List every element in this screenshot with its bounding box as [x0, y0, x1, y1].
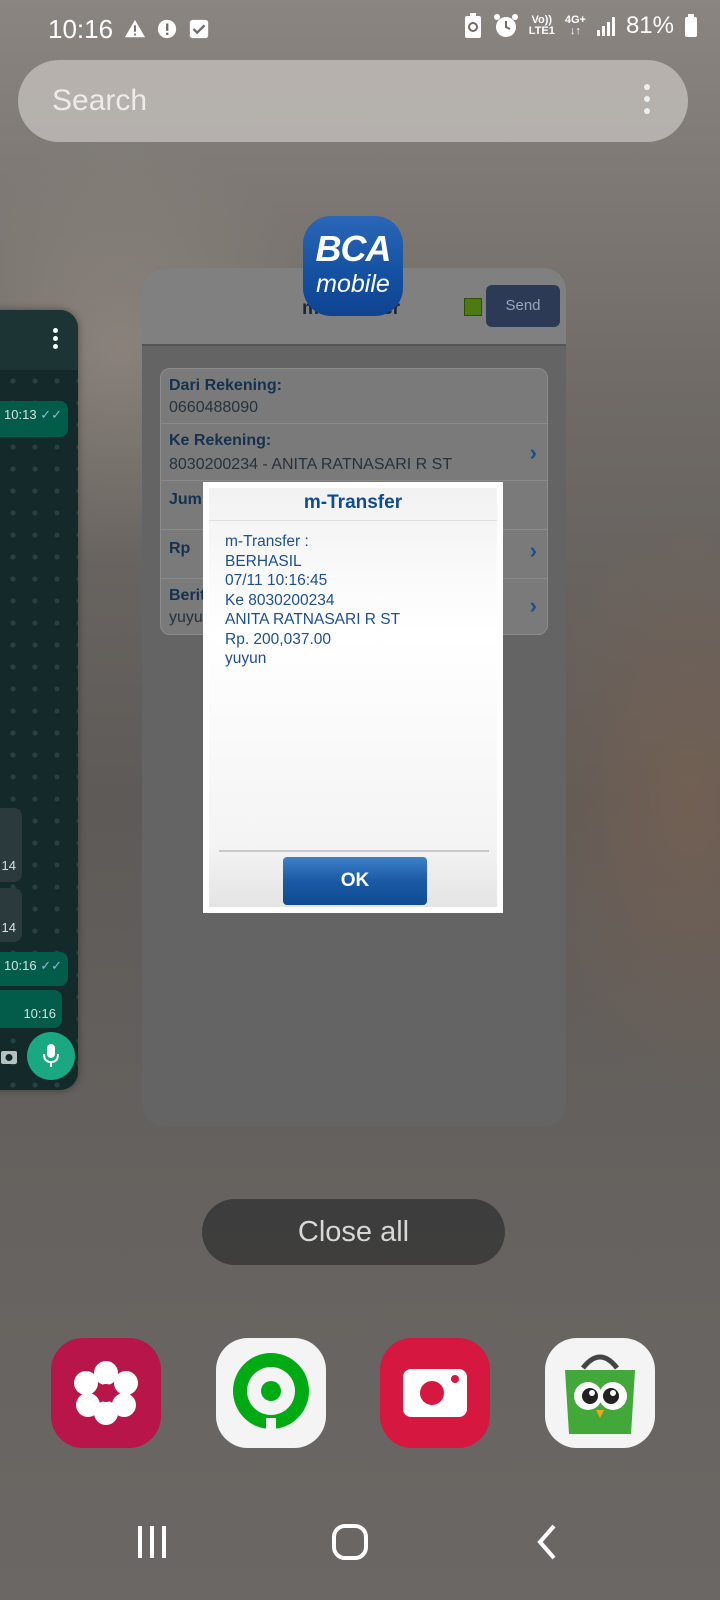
- chevron-right-icon: ›: [529, 593, 537, 618]
- from-account-value: 0660488090: [169, 399, 258, 416]
- gojek-app-icon[interactable]: [216, 1338, 326, 1448]
- from-account-label: Dari Rekening:: [169, 377, 282, 394]
- status-indicator: [464, 298, 482, 316]
- message-time: 10:16: [4, 958, 37, 973]
- read-receipt-icon: ✓✓: [40, 958, 62, 973]
- notification-icons: [124, 18, 210, 40]
- close-all-button[interactable]: Close all: [202, 1199, 505, 1265]
- status-bar: 10:16 Vo)) LTE1 4G+ ↓↑ 81%: [0, 0, 720, 62]
- flower-icon: [74, 1361, 138, 1425]
- battery-percent: 81%: [625, 12, 674, 39]
- whatsapp-header: [0, 310, 78, 370]
- search-input[interactable]: Search: [52, 84, 147, 118]
- data-arrows-icon: ↓↑: [569, 25, 581, 37]
- alert-icon: [157, 19, 177, 39]
- news-label: Berit: [169, 587, 206, 604]
- status-time: 10:16: [48, 14, 114, 44]
- bca-mobile-app-icon[interactable]: BCA mobile: [303, 216, 403, 316]
- chat-bubble-incoming: 14: [0, 888, 22, 942]
- to-account-value: 8030200234 - ANITA RATNASARI R ST: [169, 456, 453, 473]
- warning-icon: [124, 19, 146, 38]
- app-icon-subtitle: mobile: [316, 270, 390, 298]
- blossom-app-icon[interactable]: [51, 1338, 161, 1448]
- lte-label: LTE1: [528, 25, 555, 37]
- signal-icon: [596, 17, 615, 36]
- dialog-body: m-Transfer m-Transfer : BERHASIL 07/11 1…: [209, 488, 497, 907]
- to-account-row[interactable]: Ke Rekening: 8030200234 - ANITA RATNASAR…: [161, 424, 547, 481]
- camera-icon[interactable]: [0, 1047, 18, 1067]
- battery-icon: [685, 14, 697, 37]
- chat-bubble-incoming: 14: [0, 808, 22, 882]
- currency-label: Rp: [169, 540, 191, 557]
- whatsapp-recent-card[interactable]: 10:13 ✓✓ 14 14 10:16 ✓✓ 10:16: [0, 310, 78, 1090]
- read-receipt-icon: ✓✓: [40, 407, 62, 422]
- system-icons: Vo)) LTE1 4G+ ↓↑ 81%: [463, 12, 698, 40]
- recents-button[interactable]: [122, 1522, 182, 1562]
- amount-label: Jum: [169, 491, 202, 508]
- more-vert-icon[interactable]: [644, 84, 652, 120]
- chevron-right-icon: ›: [529, 538, 537, 563]
- chat-bubble-outgoing: 10:16: [0, 990, 62, 1028]
- more-vert-icon[interactable]: [53, 328, 58, 352]
- network-indicator: 4G+ ↓↑: [565, 15, 586, 37]
- message-line: ANITA RATNASARI R ST: [225, 611, 401, 628]
- app-icon-brand: BCA: [315, 228, 392, 269]
- message-time: 14: [1, 920, 16, 935]
- back-button[interactable]: [518, 1522, 578, 1562]
- gojek-logo-icon: [233, 1353, 309, 1432]
- tokopedia-app-icon[interactable]: [545, 1338, 655, 1448]
- message-line: BERHASIL: [225, 552, 302, 570]
- ok-button[interactable]: OK: [283, 857, 427, 905]
- screen-recorder-app-icon[interactable]: [380, 1338, 490, 1448]
- chevron-right-icon: ›: [529, 440, 537, 465]
- message-time: 10:13: [4, 407, 37, 422]
- dialog-title: m-Transfer: [303, 492, 403, 513]
- home-button[interactable]: [320, 1522, 380, 1562]
- message-time: 10:16: [23, 1006, 56, 1021]
- from-account-row: Dari Rekening: 0660488090: [161, 369, 547, 424]
- camera-record-icon: [403, 1369, 467, 1417]
- divider: [219, 850, 489, 852]
- navigation-bar: [0, 1480, 720, 1600]
- dialog-message: m-Transfer : BERHASIL 07/11 10:16:45 Ke …: [225, 532, 400, 669]
- to-account-label: Ke Rekening:: [169, 432, 272, 449]
- search-bar[interactable]: Search: [18, 60, 688, 142]
- mic-icon: [43, 1044, 59, 1067]
- alarm-icon: [493, 14, 518, 37]
- send-button[interactable]: Send: [486, 285, 560, 327]
- battery-saver-icon: [464, 13, 481, 38]
- transfer-result-dialog: m-Transfer m-Transfer : BERHASIL 07/11 1…: [203, 482, 503, 913]
- divider: [209, 520, 497, 521]
- message-line: Ke 8030200234: [225, 591, 335, 609]
- message-time: 14: [1, 858, 16, 873]
- chat-bubble-outgoing: 10:13 ✓✓: [0, 401, 68, 437]
- message-line: m-Transfer :: [225, 533, 309, 550]
- volte-indicator: Vo)) LTE1: [529, 15, 555, 37]
- check-box-icon: [189, 19, 209, 39]
- mic-button[interactable]: [27, 1032, 75, 1080]
- tokopedia-owl-icon: [565, 1354, 635, 1434]
- message-line: Rp. 200,037.00: [225, 630, 332, 648]
- message-line: yuyun: [225, 650, 267, 667]
- chat-bubble-outgoing: 10:16 ✓✓: [0, 952, 68, 986]
- message-line: 07/11 10:16:45: [225, 572, 328, 589]
